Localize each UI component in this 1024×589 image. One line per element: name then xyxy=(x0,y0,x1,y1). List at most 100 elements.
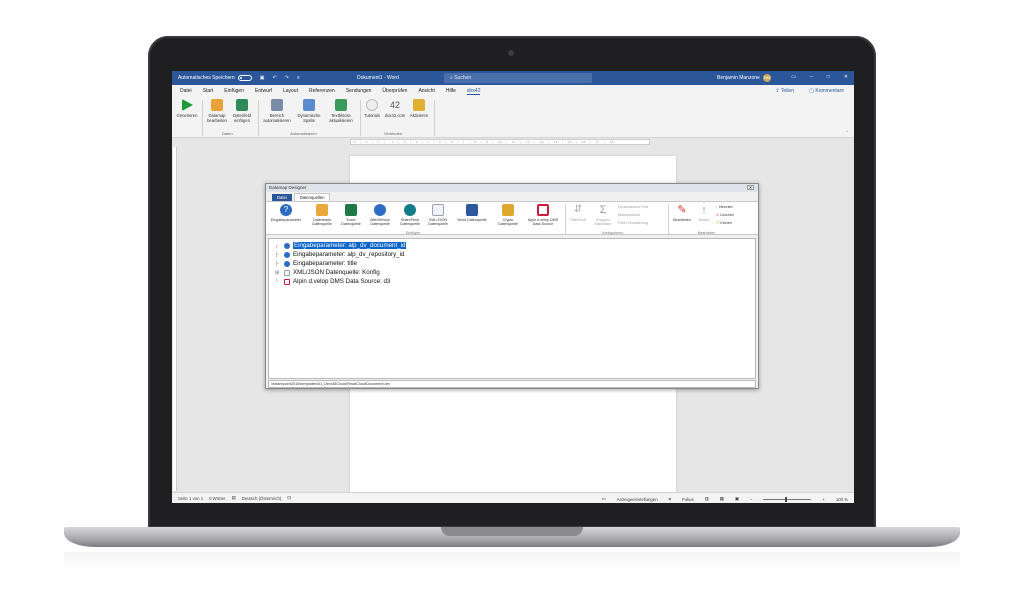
focus-icon[interactable]: ⌗ xyxy=(669,497,671,502)
menu-ansicht[interactable]: Ansicht xyxy=(418,88,434,94)
language[interactable]: Deutsch (Österreich) xyxy=(242,496,282,501)
field-format-item[interactable]: Feld Formatierung xyxy=(618,221,648,225)
search-box[interactable]: ⌕ Suchen xyxy=(444,73,592,83)
dialog-close-icon[interactable]: ✕ xyxy=(747,185,754,190)
database-icon xyxy=(316,204,328,216)
dox42-com-button[interactable]: 42 dox42.com xyxy=(383,99,407,118)
xml-json-source-label: XML/JSON Datenquelle xyxy=(428,218,448,227)
activate-button[interactable]: Aktivieren xyxy=(407,99,431,118)
customize-icon[interactable]: ≡ xyxy=(297,75,300,81)
database-source-button[interactable]: Datenbank Datenquelle xyxy=(310,204,334,227)
display-settings[interactable]: Anzeigeeinstellungen xyxy=(617,497,658,502)
close-icon[interactable]: ✕ xyxy=(844,74,848,80)
expand-icon[interactable]: ⊞ xyxy=(275,270,279,276)
datafield-insert-label: Datenfeld einfügen xyxy=(233,113,251,123)
tutorials-button[interactable]: Tutorials xyxy=(361,99,383,118)
dms-source-button[interactable]: Alpin d.velop DMS Data Source xyxy=(524,204,562,227)
print-layout-icon[interactable]: ▦ xyxy=(720,496,724,502)
display-settings-icon[interactable]: ▭ xyxy=(602,496,606,502)
question-icon xyxy=(284,251,290,258)
excel-icon xyxy=(345,204,357,216)
word-source-button[interactable]: Word Datenquelle xyxy=(454,204,490,222)
menu-entwurf[interactable]: Entwurf xyxy=(255,88,272,94)
tab-datenquellen[interactable]: Datenquellen xyxy=(293,193,331,201)
page-count[interactable]: Seite 1 von 1 xyxy=(178,496,203,501)
tree-item[interactable]: └ Alpin d.velop DMS Data Source: d3 xyxy=(275,277,755,286)
webservice-source-button[interactable]: WebService Datenquelle xyxy=(366,204,394,227)
ribbon-separator xyxy=(434,100,435,136)
datamap-designer-dialog: Datamap Designer ✕ Datei Datenquellen ? … xyxy=(265,183,759,389)
group-calculator-button[interactable]: Σ Gruppen Kalkulator xyxy=(590,204,616,227)
menu-hilfe[interactable]: Hilfe xyxy=(446,88,456,94)
generate-button[interactable]: Generieren xyxy=(175,99,199,118)
focus[interactable]: Fokus xyxy=(682,497,694,502)
tree-item-label: Eingabeparameter: alp_dv_repository_id xyxy=(293,251,405,258)
input-parameter-button[interactable]: ? Eingabeparameter xyxy=(268,204,304,222)
save-icon[interactable]: ▣ xyxy=(260,75,265,81)
sigma-icon: Σ xyxy=(599,204,607,216)
share-button[interactable]: ⇪ Teilen xyxy=(775,88,794,94)
tab-datei[interactable]: Datei xyxy=(272,194,292,201)
automate-area-button[interactable]: Bereich automatisieren xyxy=(260,99,294,123)
group-einfuegen: Einfügen xyxy=(406,231,421,235)
menu-start[interactable]: Start xyxy=(203,88,214,94)
comments-button[interactable]: ▢ Kommentare xyxy=(809,88,844,94)
tree-item[interactable]: ⊞ XML/JSON Datenquelle: Konfig xyxy=(275,268,755,277)
update-textblocks-button[interactable]: Textblöcke aktualisieren xyxy=(324,99,358,123)
datafield-insert-button[interactable]: Datenfeld einfügen xyxy=(230,99,254,123)
accessibility-icon[interactable]: ⊡ xyxy=(287,495,291,501)
zoom-out-icon[interactable]: – xyxy=(750,497,752,502)
zoom-slider[interactable] xyxy=(763,496,812,502)
dialog-title-bar: Datamap Designer ✕ xyxy=(266,184,758,192)
ribbon-options-icon[interactable]: ▭ xyxy=(791,74,796,80)
xml-json-source-button[interactable]: XML/JSON Datenquelle xyxy=(424,204,452,227)
datamap-icon xyxy=(211,99,223,111)
filter-sort-icon: ⇵ xyxy=(573,204,583,215)
user-name[interactable]: Benjamin Manzone xyxy=(717,75,760,81)
menu-layout[interactable]: Layout xyxy=(283,88,298,94)
collapse-ribbon-icon[interactable]: ^ xyxy=(846,129,848,134)
key-icon xyxy=(413,99,425,111)
dynamic-column-button[interactable]: Dynamische Spalte xyxy=(294,99,324,123)
excel-source-button[interactable]: Excel Datenquelle xyxy=(338,204,364,227)
word-icon xyxy=(466,204,478,216)
mass-print-item[interactable]: Massendruck xyxy=(618,213,640,217)
autosave-toggle[interactable] xyxy=(237,75,252,81)
sharepoint-source-label: SharePoint Datenquelle xyxy=(400,218,420,227)
tree-item[interactable]: ├ Eingabeparameter: title xyxy=(275,259,755,268)
avatar[interactable]: BM xyxy=(763,74,771,82)
horizontal-ruler: · 3 · | · 2 · | · 1 · | · · 1 · | · 2 · … xyxy=(350,139,650,145)
tree-item[interactable]: ├ Eingabeparameter: alp_dv_repository_id xyxy=(275,250,755,259)
maximize-icon[interactable]: □ xyxy=(827,74,830,80)
word-count[interactable]: 0 Wörter xyxy=(209,496,225,501)
move-down-label: Hinunter xyxy=(718,205,733,209)
web-layout-icon[interactable]: ▣ xyxy=(735,496,739,502)
menu-referenzen[interactable]: Referenzen xyxy=(309,88,335,94)
vertical-ruler xyxy=(173,147,177,491)
zoom-level[interactable]: 100 % xyxy=(836,497,848,502)
tree-item[interactable]: ┌ Eingabeparameter: alp_dv_document_id xyxy=(275,241,755,250)
minimize-icon[interactable]: – xyxy=(810,74,813,80)
menu-datei[interactable]: Datei xyxy=(180,88,192,94)
delete-item[interactable]: ✕ Löschen xyxy=(716,213,734,217)
filter-sort-button[interactable]: ⇵ Filter/Sort xyxy=(566,204,590,222)
read-mode-icon[interactable]: ▥ xyxy=(705,496,709,502)
crypto-source-button[interactable]: Crypto Datenquelle xyxy=(494,204,522,227)
edit-button[interactable]: ✎ Bearbeiten xyxy=(670,204,694,222)
proofing-icon[interactable]: ▤ xyxy=(232,495,236,501)
dynamic-field-item[interactable]: Dynamisches Feld xyxy=(618,205,648,209)
menu-ueberpruefen[interactable]: Überprüfen xyxy=(382,88,407,94)
group-bearbeiten: Bearbeiten xyxy=(698,231,716,235)
undo-icon[interactable]: ↶ xyxy=(272,75,276,81)
activate-label: Aktivieren xyxy=(409,113,429,118)
menu-dox42[interactable]: dox42 xyxy=(466,88,481,95)
datamap-edit-button[interactable]: Datamap bearbeiten xyxy=(205,99,229,123)
move-up-button[interactable]: ↑ Hinauf xyxy=(694,204,714,222)
sharepoint-source-button[interactable]: SharePoint Datenquelle xyxy=(396,204,424,227)
redo-icon[interactable]: ↷ xyxy=(285,75,289,81)
menu-sendungen[interactable]: Sendungen xyxy=(346,88,372,94)
clone-item[interactable]: ❐ Klonen xyxy=(716,221,732,225)
move-down-item[interactable]: ↓ Hinunter xyxy=(716,205,733,209)
menu-einfuegen[interactable]: Einfügen xyxy=(224,88,244,94)
zoom-in-icon[interactable]: + xyxy=(822,497,825,502)
